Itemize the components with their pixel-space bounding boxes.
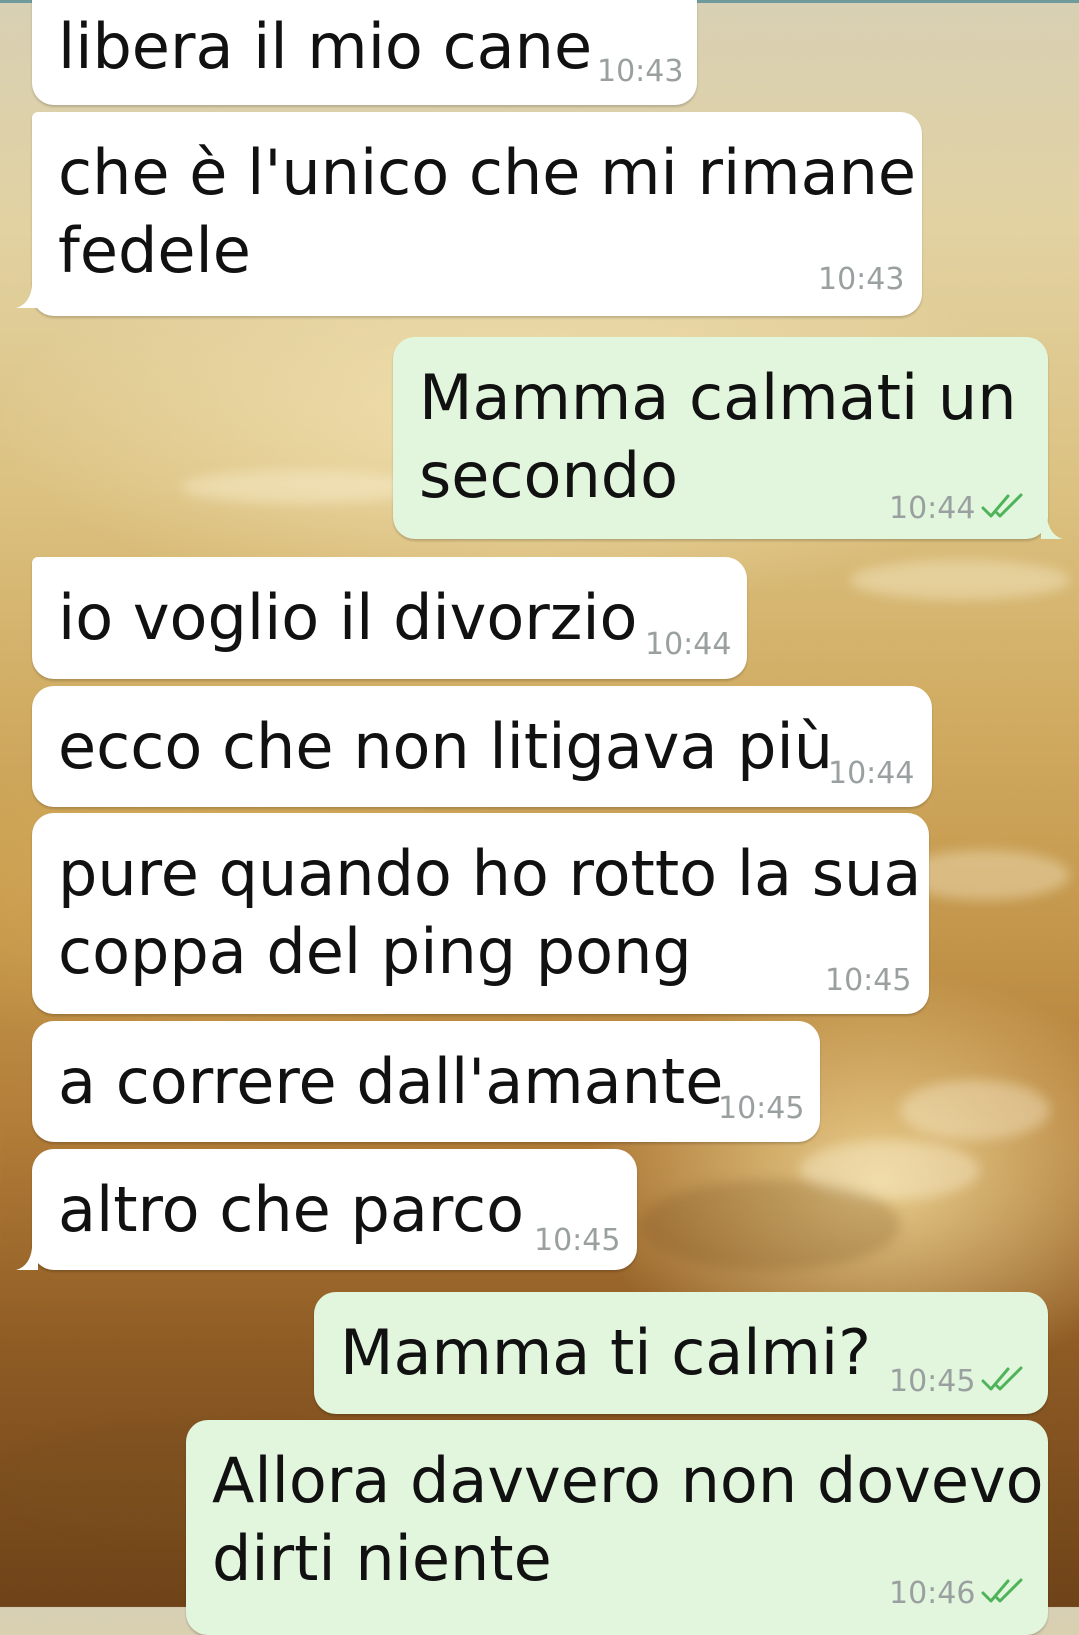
message-bubble-outgoing[interactable]: Mamma ti calmi? 10:45 (314, 1292, 1048, 1414)
message-timestamp: 10:46 (889, 1576, 976, 1611)
message-bubble-incoming[interactable]: libera il mio cane 10:43 (32, 0, 697, 105)
message-bubble-outgoing[interactable]: Allora davvero non dovevo dirti niente 10… (186, 1420, 1048, 1635)
bubble-tail (16, 286, 38, 308)
message-timestamp: 10:43 (818, 262, 905, 297)
message-bubble-incoming[interactable]: pure quando ho rotto la sua coppa del pin… (32, 813, 929, 1014)
message-timestamp: 10:44 (828, 756, 915, 791)
message-timestamp: 10:44 (889, 491, 976, 526)
background-cloud (180, 470, 420, 504)
message-text: Mamma ti calmi? (340, 1316, 872, 1389)
background-cloud (850, 560, 1070, 600)
message-bubble-outgoing[interactable]: Mamma calmati un secondo 10:44 (393, 337, 1048, 539)
message-timestamp: 10:43 (597, 54, 684, 89)
message-bubble-incoming[interactable]: altro che parco 10:45 (32, 1149, 637, 1270)
message-bubble-incoming[interactable]: a correre dall'amante 10:45 (32, 1021, 820, 1142)
message-timestamp: 10:45 (825, 963, 912, 998)
message-timestamp: 10:45 (718, 1091, 805, 1126)
bubble-tail (1041, 517, 1063, 539)
message-text: che è l'unico che mi rimane fedele (58, 136, 917, 287)
message-timestamp: 10:45 (889, 1364, 976, 1399)
message-bubble-incoming[interactable]: ecco che non litigava più 10:44 (32, 686, 932, 807)
message-text: Allora davvero non dovevo dirti niente (212, 1444, 1044, 1595)
message-text: libera il mio cane (58, 10, 593, 83)
message-bubble-incoming[interactable]: io voglio il divorzio 10:44 (32, 557, 747, 679)
message-timestamp: 10:44 (645, 627, 732, 662)
bubble-tail (16, 1248, 38, 1270)
read-double-check-icon (981, 1364, 1027, 1394)
message-text: a correre dall'amante (58, 1045, 724, 1118)
read-double-check-icon (981, 491, 1027, 521)
message-text: io voglio il divorzio (58, 581, 638, 654)
message-text: pure quando ho rotto la sua coppa del pin… (58, 837, 922, 988)
read-double-check-icon (981, 1576, 1027, 1606)
message-text: altro che parco (58, 1173, 525, 1246)
background-cloud (900, 1080, 1050, 1140)
message-text: ecco che non litigava più (58, 710, 834, 783)
background-cloud (640, 1180, 900, 1270)
message-bubble-incoming[interactable]: che è l'unico che mi rimane fedele 10:43 (32, 112, 922, 316)
message-timestamp: 10:45 (534, 1223, 621, 1258)
